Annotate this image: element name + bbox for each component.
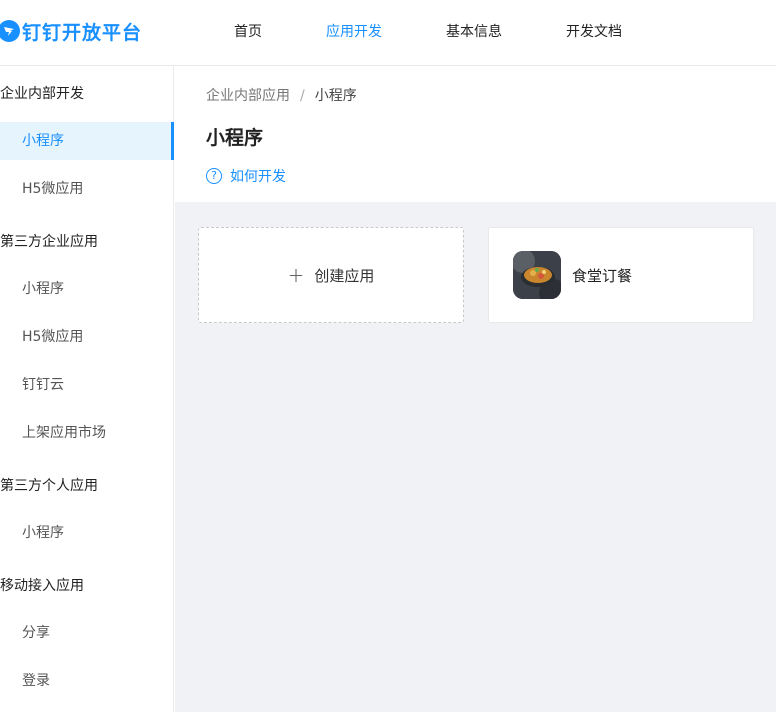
- page-title: 小程序: [206, 127, 264, 149]
- how-to-develop-label: 如何开发: [230, 169, 286, 185]
- app-card[interactable]: 食堂订餐: [488, 227, 754, 323]
- sidebar-item-dingtalk-cloud[interactable]: 钉钉云: [0, 366, 174, 404]
- nav-home[interactable]: 首页: [234, 21, 262, 41]
- how-to-develop-link[interactable]: ? 如何开发: [206, 166, 286, 186]
- breadcrumb-parent[interactable]: 企业内部应用: [206, 88, 290, 104]
- sidebar-item-personal-miniapp[interactable]: 小程序: [0, 514, 174, 552]
- logo-text: 钉钉开放平台: [22, 21, 143, 44]
- sidebar-group-third-party-enterprise: 第三方企业应用: [0, 234, 98, 250]
- nav-dev-docs[interactable]: 开发文档: [566, 21, 622, 41]
- sidebar-item-internal-miniapp[interactable]: 小程序: [0, 122, 174, 160]
- sidebar-item-login[interactable]: 登录: [0, 662, 174, 700]
- sidebar: 企业内部开发 小程序 H5微应用 第三方企业应用 小程序 H5微应用 钉钉云 上…: [0, 66, 174, 712]
- sidebar-item-tp-h5[interactable]: H5微应用: [0, 318, 174, 356]
- nav-app-dev[interactable]: 应用开发: [326, 21, 382, 41]
- breadcrumb: 企业内部应用 / 小程序: [206, 85, 357, 105]
- sidebar-group-third-party-personal: 第三方个人应用: [0, 478, 98, 494]
- sidebar-group-mobile: 移动接入应用: [0, 578, 84, 594]
- plus-icon: +: [287, 263, 305, 287]
- sidebar-item-share[interactable]: 分享: [0, 614, 174, 652]
- dingtalk-logo-icon: [0, 20, 20, 42]
- page-header: 企业内部应用 / 小程序 小程序 ? 如何开发: [175, 66, 776, 202]
- sidebar-item-internal-h5[interactable]: H5微应用: [0, 170, 174, 208]
- app-thumbnail-icon: [513, 251, 561, 299]
- app-name: 食堂订餐: [572, 266, 633, 285]
- nav-basic-info[interactable]: 基本信息: [446, 21, 502, 41]
- logo[interactable]: 钉钉开放平台: [0, 18, 142, 44]
- create-app-label: 创建应用: [314, 266, 375, 285]
- main-content: 企业内部应用 / 小程序 小程序 ? 如何开发 + 创建应用 食堂订餐: [175, 66, 776, 712]
- help-circle-icon: ?: [206, 168, 222, 184]
- top-nav-bar: 钉钉开放平台 首页 应用开发 基本信息 开发文档: [0, 0, 776, 66]
- sidebar-item-tp-miniapp[interactable]: 小程序: [0, 270, 174, 308]
- create-app-card[interactable]: + 创建应用: [198, 227, 464, 323]
- sidebar-group-internal: 企业内部开发: [0, 86, 84, 102]
- sidebar-item-app-market[interactable]: 上架应用市场: [0, 414, 174, 452]
- breadcrumb-current: 小程序: [314, 88, 357, 104]
- breadcrumb-separator: /: [300, 88, 305, 104]
